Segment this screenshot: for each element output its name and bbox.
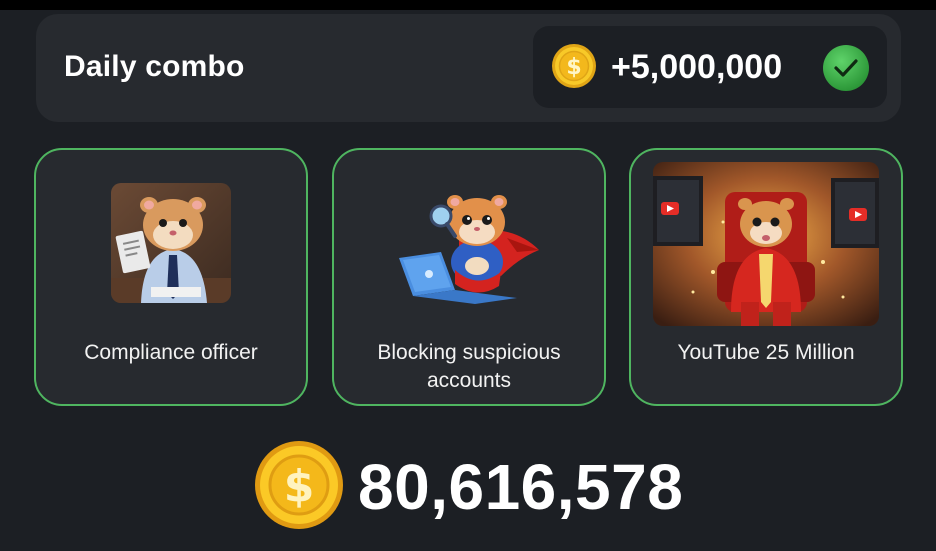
combo-card-blocking-suspicious-accounts[interactable]: Blocking suspicious accounts <box>332 148 606 406</box>
combo-card-compliance-officer[interactable]: Compliance officer <box>34 148 308 406</box>
card-label-blocking-suspicious-accounts: Blocking suspicious accounts <box>377 341 561 392</box>
top-status-strip <box>0 0 936 10</box>
hamster-red-suit-youtube-image <box>653 162 879 326</box>
daily-combo-bar: Daily combo $ +5,000,000 <box>36 14 901 122</box>
card-label-compliance-officer: Compliance officer <box>84 341 258 364</box>
svg-text:$: $ <box>284 461 315 512</box>
hamster-superhero-laptop-image <box>389 180 549 305</box>
dollar-coin-icon: $ <box>552 44 596 88</box>
combo-card-youtube-25-million[interactable]: YouTube 25 Million <box>629 148 903 406</box>
dollar-coin-icon: $ <box>255 441 343 529</box>
combo-completed-badge <box>823 45 869 91</box>
check-icon <box>834 59 858 77</box>
coin-balance-value: 80,616,578 <box>358 451 684 523</box>
svg-text:$: $ <box>566 55 581 80</box>
daily-combo-title: Daily combo <box>64 50 245 83</box>
combo-reward-amount: +5,000,000 <box>611 48 783 86</box>
combo-reward-pill: $ +5,000,000 <box>533 26 887 108</box>
card-label-youtube-25-million: YouTube 25 Million <box>677 341 855 364</box>
hamster-compliance-officer-image <box>111 183 231 303</box>
